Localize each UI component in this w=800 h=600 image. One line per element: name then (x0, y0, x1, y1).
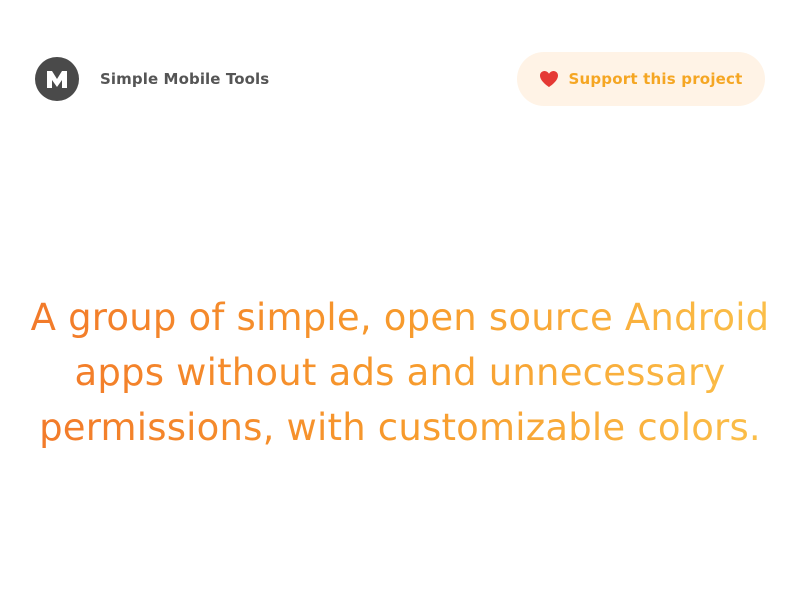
brand-name: Simple Mobile Tools (100, 70, 270, 88)
logo-icon (35, 57, 79, 101)
support-project-button[interactable]: Support this project (517, 52, 765, 106)
support-button-label: Support this project (568, 70, 743, 88)
brand-link[interactable]: Simple Mobile Tools (35, 57, 269, 101)
header: Simple Mobile Tools Support this project (35, 52, 765, 106)
hero-tagline: A group of simple, open source Android a… (20, 290, 780, 455)
heart-icon (539, 70, 559, 88)
page: Simple Mobile Tools Support this project… (0, 0, 800, 600)
